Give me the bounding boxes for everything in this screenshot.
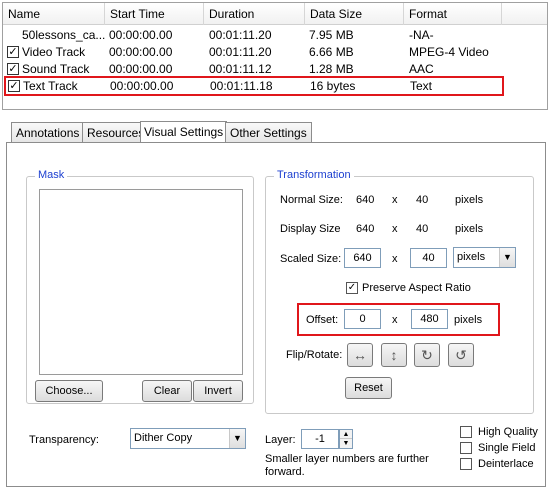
normal-size-height: 40 [416,194,429,206]
chevron-down-icon[interactable]: ▼ [229,429,245,448]
preserve-aspect-label: Preserve Aspect Ratio [362,282,471,294]
scaled-height-input[interactable]: 40 [410,248,447,268]
track-size: 7.95 MB [309,28,354,42]
column-header-format[interactable]: Format [404,3,502,25]
table-header: Name Start Time Duration Data Size Forma… [3,3,547,25]
track-name: 50lessons_ca... [22,28,106,42]
scaled-width-input[interactable]: 640 [344,248,381,268]
table-row[interactable]: ✓ Video Track 00:00:00.00 00:01:11.20 6.… [3,44,547,61]
scaled-size-label: Scaled Size: [280,253,342,265]
table-row[interactable]: 50lessons_ca... 00:00:00.00 00:01:11.20 … [3,27,547,44]
track-duration: 00:01:11.20 [209,28,272,42]
display-size-unit: pixels [455,223,484,235]
chevron-down-icon[interactable]: ▼ [499,248,515,267]
tab-other-settings[interactable]: Other Settings [225,122,312,142]
track-start: 00:00:00.00 [110,79,174,93]
layer-stepper[interactable]: ▲ ▼ [339,429,353,449]
layer-note: Smaller layer numbers are further forwar… [265,453,429,478]
track-name: Text Track [23,79,78,93]
offset-x: x [392,314,398,326]
preserve-aspect-checkbox[interactable]: ✓ [346,282,358,294]
flip-vertical-icon[interactable]: ↕ [381,343,407,367]
invert-mask-button[interactable]: Invert [193,380,243,402]
scaled-unit-select[interactable]: pixels ▼ [453,247,516,268]
rotate-clockwise-icon[interactable]: ↻ [414,343,440,367]
track-format: Text [410,79,433,93]
transparency-label: Transparency: [29,434,99,446]
transformation-group: Transformation Normal Size: 640 x 40 pix… [265,169,534,414]
track-format: -NA- [409,28,434,42]
column-header-start-time[interactable]: Start Time [105,3,204,25]
flip-horizontal-icon[interactable]: ↔ [347,343,373,367]
tab-annotations[interactable]: Annotations [11,122,85,142]
display-size-label: Display Size [280,223,341,235]
deinterlace-checkbox[interactable] [460,458,472,470]
normal-size-unit: pixels [455,194,484,206]
track-name: Video Track [22,45,86,59]
display-size-width: 640 [356,223,375,235]
track-enable-checkbox[interactable]: ✓ [7,63,19,75]
offset-highlight: Offset: 0 x 480 pixels [297,303,500,336]
rotate-counterclockwise-icon[interactable]: ↺ [448,343,474,367]
offset-y-input[interactable]: 480 [411,309,448,329]
display-size-height: 40 [416,223,429,235]
track-table: Name Start Time Duration Data Size Forma… [2,2,548,110]
track-start: 00:00:00.00 [109,28,173,42]
track-size: 16 bytes [310,79,356,93]
scaled-unit-value: pixels [457,251,486,263]
mask-group: Mask Choose... Clear Invert [26,169,254,404]
track-duration: 00:01:11.18 [210,79,273,93]
mask-group-title: Mask [35,169,68,181]
layer-label: Layer: [265,434,296,446]
transformation-group-title: Transformation [274,169,354,181]
transparency-select[interactable]: Dither Copy ▼ [130,428,246,449]
high-quality-label: High Quality [478,426,538,438]
track-enable-checkbox[interactable]: ✓ [7,46,19,58]
clear-mask-button[interactable]: Clear [142,380,192,402]
transparency-value: Dither Copy [134,432,193,444]
stepper-up-icon[interactable]: ▲ [340,430,352,439]
track-start: 00:00:00.00 [109,45,173,59]
table-row-text-track-highlighted[interactable]: ✓ Text Track 00:00:00.00 00:01:11.18 16 … [4,76,504,96]
mask-preview[interactable] [39,189,243,375]
visual-settings-panel: Mask Choose... Clear Invert Transformati… [6,142,546,487]
single-field-label: Single Field [478,442,536,454]
high-quality-checkbox[interactable] [460,426,472,438]
track-enable-checkbox[interactable]: ✓ [8,80,20,92]
scaled-size-x: x [392,253,398,265]
track-size: 6.66 MB [309,45,354,59]
layer-input[interactable]: -1 [301,429,339,449]
display-size-x: x [392,223,398,235]
offset-x-input[interactable]: 0 [344,309,381,329]
track-duration: 00:01:11.20 [209,45,272,59]
normal-size-width: 640 [356,194,375,206]
deinterlace-label: Deinterlace [478,458,534,470]
offset-unit: pixels [454,314,483,326]
choose-mask-button[interactable]: Choose... [35,380,103,402]
reset-button[interactable]: Reset [345,377,392,399]
track-format: MPEG-4 Video [409,45,489,59]
column-header-data-size[interactable]: Data Size [305,3,404,25]
tab-visual-settings[interactable]: Visual Settings [140,121,228,143]
normal-size-x: x [392,194,398,206]
column-header-duration[interactable]: Duration [204,3,305,25]
stepper-down-icon[interactable]: ▼ [340,439,352,448]
column-header-name[interactable]: Name [3,3,105,25]
normal-size-label: Normal Size: [280,194,343,206]
offset-label: Offset: [306,314,339,326]
single-field-checkbox[interactable] [460,442,472,454]
flip-rotate-label: Flip/Rotate: [286,349,343,361]
